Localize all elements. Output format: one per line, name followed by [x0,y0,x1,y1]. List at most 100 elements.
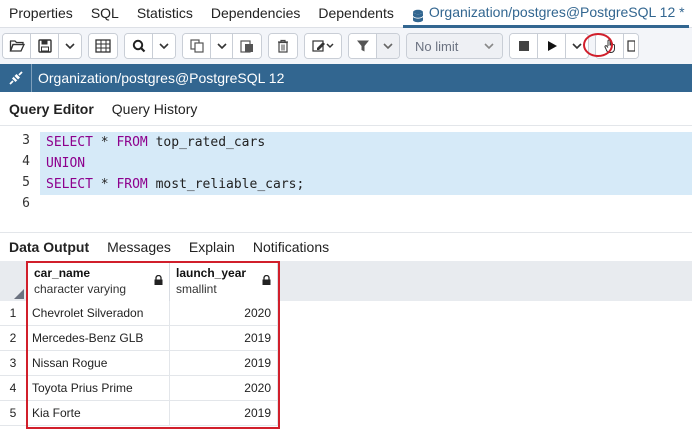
table-cell[interactable]: 2019 [170,326,278,351]
delete-row-button[interactable] [269,34,297,58]
plug-icon [8,71,23,85]
tab-query-history[interactable]: Query History [103,101,207,117]
open-file-button[interactable] [3,34,31,58]
sql-editor[interactable]: 3 4 5 6 SELECT * FROM top_rated_cars UNI… [0,128,692,232]
paste-button[interactable] [233,34,261,58]
find-dropdown-button[interactable] [153,34,175,58]
column-name: launch_year [176,266,247,280]
table-cell[interactable]: Chevrolet Silveradon [26,301,170,326]
query-toolbar: No limit [0,28,692,64]
tab-properties[interactable]: Properties [0,0,82,28]
hand-pointer-icon [603,39,615,53]
execute-button[interactable] [538,34,566,58]
filter-button[interactable] [349,34,377,58]
lock-icon [154,275,163,285]
tab-explain[interactable]: Explain [180,239,244,255]
table-cell[interactable]: 2019 [170,401,278,426]
trash-icon [278,39,288,53]
code-text: * [92,135,117,150]
line-number: 4 [22,154,30,169]
tab-query-tool-label: Organization/postgres@PostgreSQL 12 * [428,4,685,20]
chevron-down-icon [216,43,227,49]
copy-dropdown-button[interactable] [211,34,233,58]
transaction-group [595,33,639,59]
limit-group: No limit [406,33,503,59]
connection-bar: Organization/postgres@PostgreSQL 12 [0,64,692,92]
edit-grid-group [88,33,118,59]
code-line: SELECT * FROM top_rated_cars [40,132,692,153]
row-number[interactable]: 5 [0,401,26,426]
find-group [124,33,176,59]
table-cell[interactable]: 2020 [170,301,278,326]
tab-notifications[interactable]: Notifications [244,239,338,255]
document-icon [627,40,635,52]
row-limit-value: No limit [415,38,459,54]
save-dropdown-button[interactable] [59,34,81,58]
chevron-down-icon [383,43,393,49]
row-number[interactable]: 1 [0,301,26,326]
tab-dependencies[interactable]: Dependencies [202,0,310,28]
tab-query-tool[interactable]: Organization/postgres@PostgreSQL 12 * [402,0,689,28]
save-file-button[interactable] [31,34,59,58]
column-type: smallint [176,282,217,296]
connection-status-button[interactable] [0,64,32,92]
tab-dependents[interactable]: Dependents [309,0,403,28]
tab-statistics[interactable]: Statistics [128,0,202,28]
chevron-down-icon [159,43,169,49]
row-limit-select[interactable]: No limit [407,34,502,58]
sql-keyword: FROM [116,135,148,150]
search-icon [132,39,145,53]
paste-icon [240,40,253,53]
folder-open-icon [9,40,25,52]
find-button[interactable] [125,34,153,58]
filter-icon [356,40,369,52]
tab-sql[interactable]: SQL [82,0,128,28]
copy-button[interactable] [183,34,211,58]
edit-grid-button[interactable] [89,34,117,58]
output-tab-bar: Data Output Messages Explain Notificatio… [0,232,692,260]
row-number[interactable]: 2 [0,326,26,351]
table-cell[interactable]: 2020 [170,376,278,401]
sql-keyword: SELECT [46,135,93,150]
filter-group [348,33,400,59]
tab-messages[interactable]: Messages [98,239,180,255]
chevron-down-icon [65,43,75,49]
column-header-car-name[interactable]: car_name character varying [28,261,170,301]
tab-data-output[interactable]: Data Output [0,239,98,255]
column-header-launch-year[interactable]: launch_year smallint [170,261,278,301]
stop-icon [518,41,529,51]
table-cell[interactable]: Nissan Rogue [26,351,170,376]
connection-label: Organization/postgres@PostgreSQL 12 [38,70,285,86]
select-all-corner[interactable] [0,261,26,301]
filter-dropdown-button[interactable] [377,34,399,58]
row-number[interactable]: 3 [0,351,26,376]
sql-keyword: UNION [46,156,86,171]
delete-group [268,33,298,59]
rollback-button[interactable] [624,34,638,58]
edit-button[interactable] [305,34,341,58]
lock-icon [262,275,271,285]
table-cell[interactable]: 2019 [170,351,278,376]
table-cell[interactable]: Mercedes-Benz GLB [26,326,170,351]
code-line: SELECT * FROM most_reliable_cars; [40,174,692,195]
column-name: car_name [34,266,91,280]
table-cell[interactable]: Toyota Prius Prime [26,376,170,401]
chevron-down-icon [572,43,582,49]
results-grid: car_name character varying launch_year s… [0,261,692,431]
line-number: 6 [22,196,30,211]
play-icon [547,41,557,51]
table-cell[interactable]: Kia Forte [26,401,170,426]
tab-query-editor[interactable]: Query Editor [0,101,103,117]
line-number: 5 [22,175,30,190]
execute-dropdown-button[interactable] [566,34,588,58]
edit-group [304,33,342,59]
file-group [2,33,82,59]
row-number[interactable]: 4 [0,376,26,401]
edit-icon [312,40,334,52]
code-line: UNION [40,153,692,174]
grid-edit-icon [95,39,111,53]
save-icon [37,39,52,53]
stop-button[interactable] [510,34,538,58]
commit-button[interactable] [596,34,624,58]
